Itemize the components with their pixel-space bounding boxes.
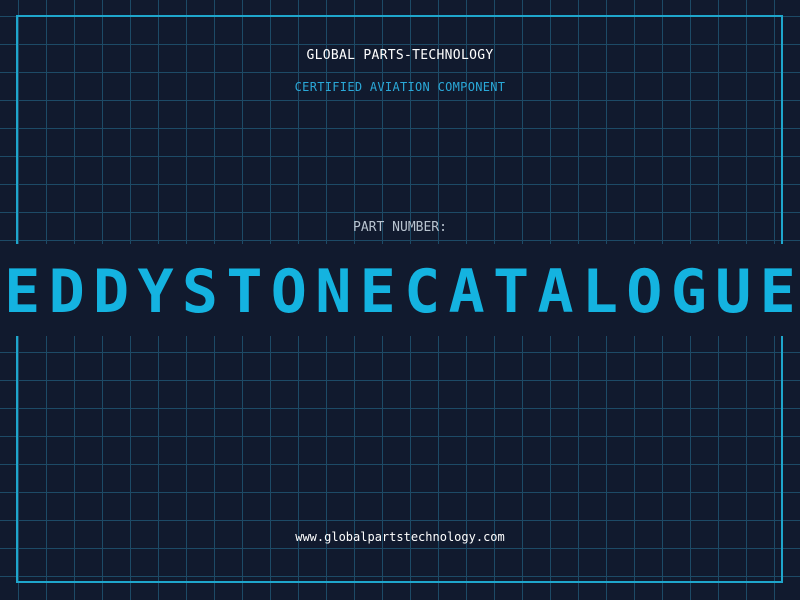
company-name: GLOBAL PARTS-TECHNOLOGY bbox=[306, 48, 494, 63]
part-number: EDDYSTONECATALOGUE bbox=[0, 252, 800, 332]
part-number-char: N bbox=[315, 257, 352, 327]
part-number-char: L bbox=[581, 257, 618, 327]
part-number-char: S bbox=[181, 257, 219, 327]
part-number-char: E bbox=[759, 257, 796, 327]
part-number-char: Y bbox=[137, 257, 174, 327]
part-number-char: A bbox=[448, 257, 485, 327]
tagline: CERTIFIED AVIATION COMPONENT bbox=[294, 80, 506, 94]
part-number-char: C bbox=[404, 257, 441, 327]
part-number-char: T bbox=[226, 257, 263, 327]
part-number-char: T bbox=[492, 257, 530, 327]
part-number-char: U bbox=[715, 257, 752, 327]
part-number-char: E bbox=[359, 257, 396, 327]
part-number-char: E bbox=[4, 257, 41, 327]
part-number-char: D bbox=[48, 257, 85, 327]
part-number-label: PART NUMBER: bbox=[353, 220, 447, 235]
website-url: www.globalpartstechnology.com bbox=[295, 530, 505, 544]
part-number-char: G bbox=[670, 257, 707, 327]
part-number-char: D bbox=[93, 257, 130, 327]
part-number-char: O bbox=[626, 257, 663, 327]
part-number-char: O bbox=[270, 257, 307, 327]
part-number-char: A bbox=[537, 257, 574, 327]
